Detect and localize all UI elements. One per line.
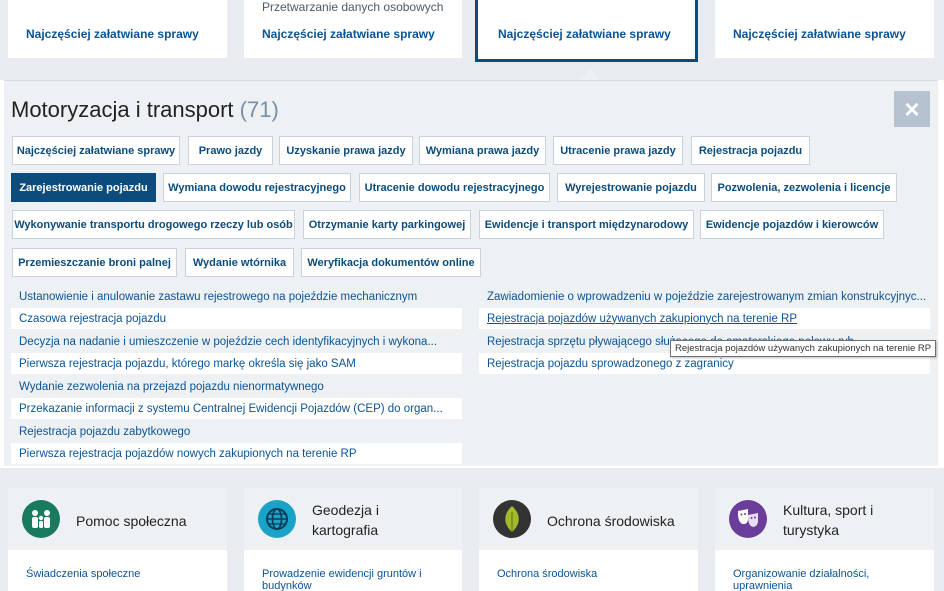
category-card-geodezja[interactable]: Geodezja i kartografia Prowadzenie ewide… (244, 488, 462, 591)
chip-wyrejestrowanie-pojazdu[interactable]: Wyrejestrowanie pojazdu (557, 173, 705, 202)
chip-utracenie-dowodu[interactable]: Utracenie dowodu rejestracyjnego (359, 173, 550, 202)
panel-count: (71) (239, 97, 279, 122)
chip-bron-palna[interactable]: Przemieszczanie broni palnej (12, 248, 177, 277)
top-card-2[interactable]: Przetwarzanie danych osobowych Najczęści… (244, 0, 462, 58)
top-card-link[interactable]: Najczęściej załatwiane sprawy (498, 27, 671, 41)
chip-weryfikacja-dokumentow[interactable]: Weryfikacja dokumentów online (301, 248, 481, 277)
category-body: Ochrona środowiska (479, 550, 698, 591)
service-link[interactable]: Ustanowienie i anulowanie zastawu rejest… (11, 286, 462, 307)
category-name[interactable]: Pomoc społeczna (76, 511, 187, 531)
chip-uzyskanie-prawa-jazdy[interactable]: Uzyskanie prawa jazdy (279, 136, 413, 165)
top-card-link[interactable]: Najczęściej załatwiane sprawy (26, 27, 199, 41)
chip-wymiana-dowodu[interactable]: Wymiana dowodu rejestracyjnego (163, 173, 351, 202)
service-link[interactable]: Rejestracja pojazdu zabytkowego (11, 421, 462, 442)
top-card-link[interactable]: Najczęściej załatwiane sprawy (733, 27, 906, 41)
family-icon (22, 500, 60, 538)
category-body: Organizowanie działalności, uprawnienia (715, 550, 934, 591)
chip-pozwolenia[interactable]: Pozwolenia, zezwolenia i licencje (711, 173, 897, 202)
service-link[interactable]: Zawiadomienie o wprowadzeniu w pojeździe… (479, 286, 930, 307)
chip-najczesciej[interactable]: Najczęściej załatwiane sprawy (12, 136, 180, 165)
globe-icon (258, 500, 296, 538)
service-link-hovered[interactable]: Rejestracja pojazdów używanych zakupiony… (479, 308, 930, 329)
service-link[interactable]: Przekazanie informacji z systemu Central… (11, 398, 462, 419)
service-link[interactable]: Czasowa rejestracja pojazdu (11, 308, 462, 329)
panel-title-text: Motoryzacja i transport (11, 97, 234, 122)
chip-prawo-jazdy[interactable]: Prawo jazdy (188, 136, 273, 165)
chip-transport-drogowy[interactable]: Wykonywanie transportu drogowego rzeczy … (12, 210, 295, 239)
category-header[interactable]: Kultura, sport i turystyka (715, 488, 934, 550)
category-header[interactable]: Pomoc społeczna (8, 488, 227, 550)
service-link[interactable]: Pierwsza rejestracja pojazdów nowych zak… (11, 443, 462, 464)
top-card-3-active[interactable]: Najczęściej załatwiane sprawy (475, 0, 698, 62)
top-card-1[interactable]: Najczęściej załatwiane sprawy (8, 0, 227, 58)
service-link[interactable]: Pierwsza rejestracja pojazdu, którego ma… (11, 353, 462, 374)
category-link[interactable]: Ochrona środowiska (497, 568, 597, 580)
category-card-ochrona-srodowiska[interactable]: Ochrona środowiska Ochrona środowiska (479, 488, 698, 591)
chip-ewidencje-pojazdow[interactable]: Ewidencje pojazdów i kierowców (700, 210, 884, 239)
category-card-pomoc-spoleczna[interactable]: Pomoc społeczna Świadczenia społeczne (8, 488, 227, 591)
chip-rejestracja-pojazdu[interactable]: Rejestracja pojazdu (691, 136, 810, 165)
active-card-caret (581, 69, 599, 80)
category-name[interactable]: Ochrona środowiska (547, 511, 675, 531)
top-card-4[interactable]: Najczęściej załatwiane sprawy (715, 0, 934, 58)
theater-masks-icon (729, 500, 767, 538)
close-button[interactable]: × (894, 91, 930, 127)
category-link[interactable]: Organizowanie działalności, uprawnienia (733, 568, 913, 591)
category-link[interactable]: Świadczenia społeczne (26, 568, 140, 580)
service-link[interactable]: Wydanie zezwolenia na przejazd pojazdu n… (11, 376, 462, 397)
top-card-link[interactable]: Najczęściej załatwiane sprawy (262, 27, 435, 41)
category-panel: Motoryzacja i transport (71) × Najczęści… (4, 80, 938, 466)
category-link[interactable]: Prowadzenie ewidencji gruntów i budynków (262, 568, 442, 591)
chip-ewidencje-transport[interactable]: Ewidencje i transport międzynarodowy (479, 210, 694, 239)
category-body: Prowadzenie ewidencji gruntów i budynków (244, 550, 462, 591)
chip-karta-parkingowa[interactable]: Otrzymanie karty parkingowej (303, 210, 471, 239)
chip-zarejestrowanie-pojazdu[interactable]: Zarejestrowanie pojazdu (11, 173, 156, 202)
chip-utracenie-prawa-jazdy[interactable]: Utracenie prawa jazdy (553, 136, 683, 165)
panel-title: Motoryzacja i transport (71) (11, 97, 279, 123)
chip-wymiana-prawa-jazdy[interactable]: Wymiana prawa jazdy (419, 136, 546, 165)
category-name[interactable]: Kultura, sport i turystyka (783, 500, 903, 540)
category-header[interactable]: Ochrona środowiska (479, 488, 698, 550)
service-link[interactable]: Decyzja na nadanie i umieszczenie w poje… (11, 331, 462, 352)
top-card-subtitle[interactable]: Przetwarzanie danych osobowych (262, 0, 443, 14)
chip-wtornik[interactable]: Wydanie wtórnika (185, 248, 294, 277)
category-name[interactable]: Geodezja i kartografia (312, 500, 422, 540)
leaf-icon (493, 500, 531, 538)
close-icon: × (904, 93, 920, 124)
category-card-kultura[interactable]: Kultura, sport i turystyka Organizowanie… (715, 488, 934, 591)
top-cards-row: Najczęściej załatwiane sprawy Przetwarza… (0, 0, 944, 80)
category-header[interactable]: Geodezja i kartografia (244, 488, 462, 550)
hover-tooltip: Rejestracja pojazdów używanych zakupiony… (670, 340, 937, 357)
category-body: Świadczenia społeczne (8, 550, 227, 591)
